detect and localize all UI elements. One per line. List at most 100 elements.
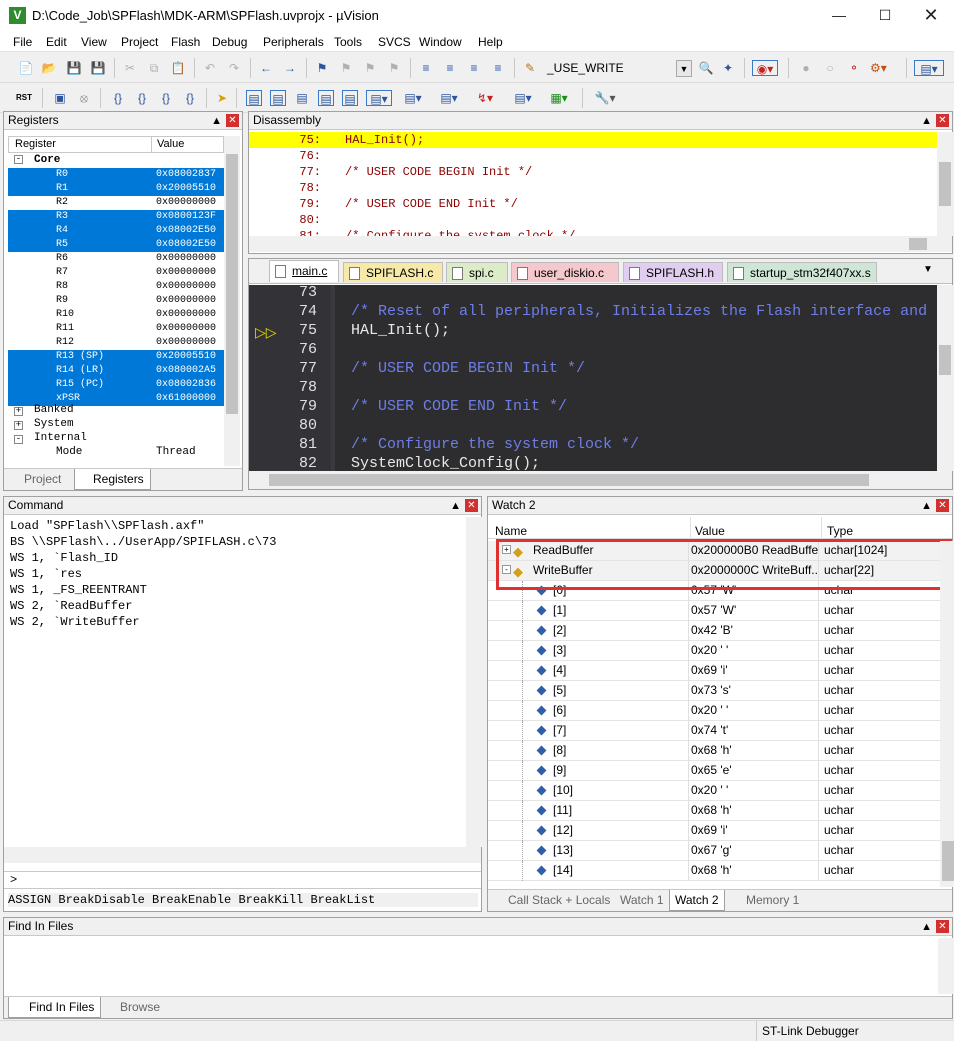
step-over-icon[interactable]: {} [134, 90, 150, 106]
watch-element-row[interactable]: [10] 0x20 ' ' uchar [488, 781, 940, 801]
watch-element-row[interactable]: [6] 0x20 ' ' uchar [488, 701, 940, 721]
command-vscroll[interactable] [466, 517, 482, 847]
pin-icon[interactable]: ▲ [921, 498, 932, 515]
memory-window-icon[interactable]: ▤▾ [400, 90, 426, 106]
register-value[interactable]: 0x61000000 [156, 392, 217, 406]
menu-tools[interactable]: Tools [334, 35, 362, 49]
watch-value[interactable]: 0x69 'i' [688, 661, 818, 680]
close-button[interactable]: ✕ [908, 0, 954, 30]
register-value[interactable]: 0x00000000 [156, 280, 216, 294]
maximize-button[interactable]: ☐ [862, 0, 908, 30]
breakpoint-icon[interactable]: ● [798, 60, 814, 76]
prev-bookmark-icon[interactable]: ⚑ [338, 60, 354, 76]
register-row[interactable]: R1 0x20005510 [8, 182, 224, 196]
watch-vscroll[interactable] [940, 541, 954, 887]
disassembly-line[interactable]: 76: [249, 148, 937, 164]
register-value[interactable]: 0x00000000 [156, 252, 216, 266]
code-line[interactable]: 81 /* Configure the system clock */ [249, 435, 937, 454]
disassembly-window-icon[interactable]: ▤ [270, 90, 286, 106]
find-in-files-icon[interactable]: 🔍 [698, 60, 714, 76]
tab-find-in-files[interactable]: Find In Files [8, 997, 102, 1018]
watch-element-row[interactable]: [4] 0x69 'i' uchar [488, 661, 940, 681]
kill-breakpoints-icon[interactable]: ⚬ [846, 60, 862, 76]
indent-icon[interactable]: ≡ [418, 60, 434, 76]
tab-call-stack[interactable]: Call Stack + Locals [492, 890, 610, 911]
core-group[interactable]: Core [34, 154, 60, 166]
col-value[interactable]: Value [157, 137, 184, 152]
watch-window-icon[interactable]: ▤▾ [366, 90, 392, 106]
register-value[interactable]: 0x00000000 [156, 196, 216, 210]
watch-value[interactable]: 0x68 'h' [688, 861, 818, 880]
code-line[interactable]: 79 /* USER CODE END Init */ [249, 397, 937, 416]
clear-bookmarks-icon[interactable]: ⚑ [386, 60, 402, 76]
back-icon[interactable]: ← [258, 60, 274, 76]
code-line[interactable]: 75 HAL_Init(); [249, 321, 937, 340]
register-row[interactable]: R13 (SP) 0x20005510 [8, 350, 224, 364]
menu-project[interactable]: Project [121, 35, 158, 49]
stop-icon[interactable]: ⦻ [76, 90, 92, 106]
watch-element-row[interactable]: [9] 0x65 'e' uchar [488, 761, 940, 781]
next-bookmark-icon[interactable]: ⚑ [362, 60, 378, 76]
watch-element-row[interactable]: [1] 0x57 'W' uchar [488, 601, 940, 621]
paste-icon[interactable]: 📋 [170, 60, 186, 76]
register-row[interactable]: R10 0x00000000 [8, 308, 224, 322]
register-row[interactable]: R7 0x00000000 [8, 266, 224, 280]
col-register[interactable]: Register [15, 137, 56, 152]
window-layout-icon[interactable]: ▤▾ [914, 60, 944, 76]
toolbox-icon[interactable]: 🔧▾ [592, 90, 618, 106]
new-file-icon[interactable]: 📄 [18, 60, 34, 76]
menu-help[interactable]: Help [478, 35, 503, 49]
code-line[interactable]: 74 /* Reset of all peripherals, Initializ… [249, 302, 937, 321]
editor-tab[interactable]: spi.c [446, 262, 508, 282]
menu-edit[interactable]: Edit [46, 35, 67, 49]
disable-breakpoint-icon[interactable]: ○ [822, 60, 838, 76]
tab-watch-1[interactable]: Watch 1 [620, 890, 664, 911]
editor-tab[interactable]: SPIFLASH.h [623, 262, 723, 282]
register-value[interactable]: 0x08002E50 [156, 238, 217, 252]
serial-window-icon[interactable]: ▤▾ [436, 90, 462, 106]
watch-value[interactable]: 0x57 'W' [688, 601, 818, 620]
incremental-find-icon[interactable]: ✦ [720, 60, 736, 76]
debug-session-icon[interactable]: ◉▾ [752, 60, 778, 76]
menu-window[interactable]: Window [419, 35, 462, 49]
analysis-window-icon[interactable]: ↯▾ [472, 90, 498, 106]
register-row[interactable]: R5 0x08002E50 [8, 238, 224, 252]
pin-icon[interactable]: ▲ [921, 113, 932, 130]
menu-svcs[interactable]: SVCS [378, 35, 411, 49]
disassembly-line[interactable]: 79: /* USER CODE END Init */ [249, 196, 937, 212]
watch-value[interactable]: 0x74 't' [688, 721, 818, 740]
define-dropdown[interactable]: _USE_WRITE ▼ [544, 60, 692, 78]
register-row[interactable]: R8 0x00000000 [8, 280, 224, 294]
register-row[interactable]: R3 0x0800123F [8, 210, 224, 224]
find-define-icon[interactable]: ✎ [522, 60, 538, 76]
disassembly-line[interactable]: 78: [249, 180, 937, 196]
internal-group[interactable]: Internal [34, 432, 87, 444]
register-value[interactable]: 0x20005510 [156, 350, 217, 364]
register-row[interactable]: R12 0x00000000 [8, 336, 224, 350]
menu-view[interactable]: View [81, 35, 107, 49]
tab-registers[interactable]: Registers [74, 469, 151, 490]
find-vscroll[interactable] [938, 938, 954, 994]
close-icon[interactable]: ✕ [936, 114, 949, 127]
watch-value[interactable]: 0x65 'e' [688, 761, 818, 780]
register-row[interactable]: R15 (PC) 0x08002836 [8, 378, 224, 392]
watch-value[interactable]: 0x20 ' ' [688, 641, 818, 660]
watch-value[interactable]: 0x42 'B' [688, 621, 818, 640]
reset-icon[interactable]: RST [16, 90, 32, 106]
symbols-window-icon[interactable]: ▤ [294, 90, 310, 106]
configure-icon[interactable]: ⚙▾ [870, 60, 887, 76]
code-line[interactable]: 76 [249, 340, 937, 359]
pin-icon[interactable]: ▲ [450, 498, 461, 515]
code-line[interactable]: 82 SystemClock_Config(); [249, 454, 937, 471]
register-value[interactable]: 0x0800123F [156, 210, 217, 224]
editor-tab[interactable]: user_diskio.c [511, 262, 619, 282]
watch-element-row[interactable]: [13] 0x67 'g' uchar [488, 841, 940, 861]
tab-project[interactable]: Project [8, 469, 61, 490]
register-row[interactable]: R2 0x00000000 [8, 196, 224, 210]
watch-element-row[interactable]: [14] 0x68 'h' uchar [488, 861, 940, 881]
registers-window-icon[interactable]: ▤ [318, 90, 334, 106]
disassembly-hscroll[interactable] [249, 236, 952, 252]
menu-flash[interactable]: Flash [171, 35, 200, 49]
uncomment-icon[interactable]: ≡ [490, 60, 506, 76]
unindent-icon[interactable]: ≡ [442, 60, 458, 76]
